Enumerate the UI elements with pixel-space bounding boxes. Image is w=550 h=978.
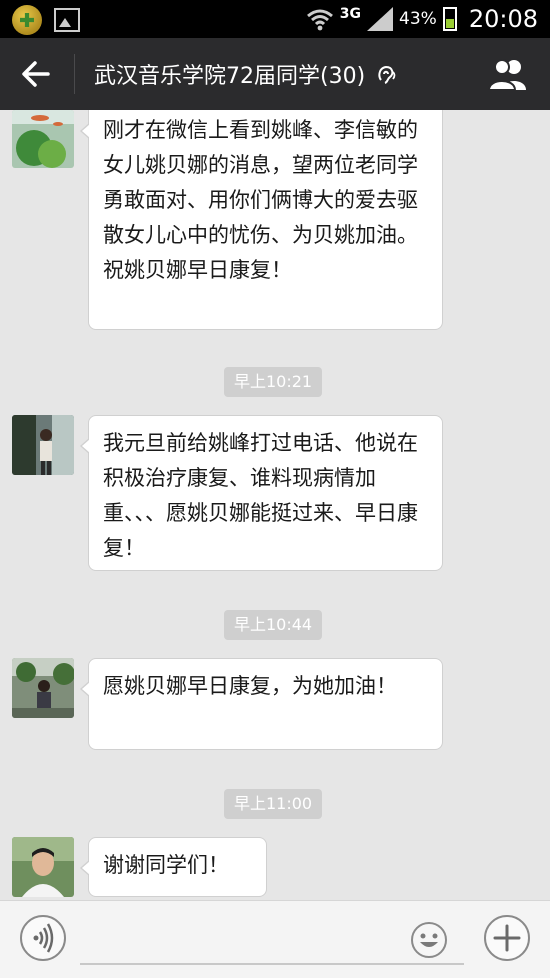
message-text: 刚才在微信上看到姚峰、李信敏的女儿姚贝娜的消息，望两位老同学勇敢面对、用你们俩博… [103,118,418,282]
message-bubble[interactable]: 愿姚贝娜早日康复，为她加油！ [80,658,443,750]
avatar[interactable] [12,658,74,718]
voice-icon [33,923,54,953]
message-bubble[interactable]: 谢谢同学们！ [80,837,267,897]
emoji-icon[interactable] [410,921,448,959]
message-text: 愿姚贝娜早日康复，为她加油！ [103,674,397,698]
battery-icon [442,7,457,31]
plus-button[interactable] [484,915,530,961]
timestamp: 早上10:44 [224,610,323,640]
title-divider [74,54,75,94]
avatar[interactable] [12,837,74,897]
group-name: 武汉音乐学院72届同学(30) [94,64,366,89]
image-icon [54,8,80,32]
message-text: 谢谢同学们！ [103,853,229,877]
avatar[interactable] [12,110,74,168]
input-bar [0,900,550,978]
timestamp: 早上10:21 [224,367,323,397]
message-bubble[interactable]: 我元旦前给姚峰打过电话、他说在积极治疗康复、谁料现病情加重、、、愿姚贝娜能挺过来… [80,415,443,571]
status-bar: 3G 43% 20:08 [0,0,550,38]
avatar[interactable] [12,415,74,475]
network-type: 3G [339,6,362,22]
battery-percent: 43% [399,9,437,29]
message-text: 我元旦前给姚峰打过电话、他说在积极治疗康复、谁料现病情加重、、、愿姚贝娜能挺过来… [103,431,418,560]
message-input[interactable] [80,913,464,965]
app-notification-icon [12,5,42,35]
title-bar: 武汉音乐学院72届同学(30) [0,38,550,110]
timestamp: 早上11:00 [224,789,323,819]
wifi-icon [306,9,333,31]
plus-icon [493,924,521,952]
message-bubble[interactable]: 刚才在微信上看到姚峰、李信敏的女儿姚贝娜的消息，望两位老同学勇敢面对、用你们俩博… [80,110,443,330]
clock: 20:08 [468,5,538,33]
earpiece-icon [378,65,396,84]
voice-button[interactable] [20,915,66,961]
chat-area[interactable]: 刚才在微信上看到姚峰、李信敏的女儿姚贝娜的消息，望两位老同学勇敢面对、用你们俩博… [0,110,550,900]
signal-icon [367,7,394,31]
chat-title: 武汉音乐学院72届同学(30) [94,58,398,90]
back-arrow-icon[interactable] [18,56,54,92]
group-members-icon[interactable] [488,56,528,92]
